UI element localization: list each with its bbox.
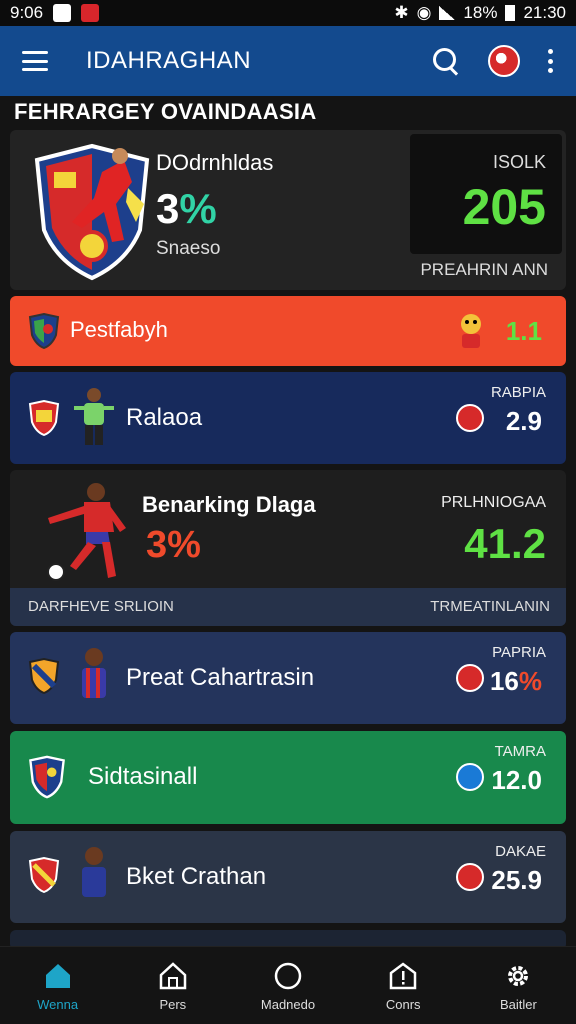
notification-icon <box>53 4 72 22</box>
row-small-label: RABPIA <box>490 384 546 401</box>
row-label: Benarking Dlaga <box>142 492 316 517</box>
alert-icon <box>389 962 417 990</box>
footer-left-label: DARFHEVE SRLIOIN <box>28 598 174 615</box>
featured-percent: 3% <box>156 185 217 233</box>
row-label: Bket Crathan <box>126 863 267 890</box>
team-shield-icon <box>28 313 60 349</box>
club-badge-icon <box>456 664 484 692</box>
wifi-icon: ◉ <box>416 3 432 22</box>
nav-item-baitler[interactable]: Baitler <box>461 947 576 1024</box>
row-label: Pestfabyh <box>70 317 168 342</box>
row-value-number: 16 <box>489 666 519 696</box>
row-value: 41.2 <box>464 520 546 567</box>
section-title: FEHRARGEY OVAINDAASIA <box>14 99 317 124</box>
score-label: ISOLK <box>492 152 546 172</box>
more-options-icon[interactable] <box>548 49 554 73</box>
row-value: 25.9 <box>491 865 542 895</box>
featured-card[interactable]: DOdrnhldas 3% Snaeso ISOLK 205 PREAHRIN … <box>10 130 566 290</box>
status-time-right: 21:30 <box>523 3 566 22</box>
player-icon <box>74 388 114 445</box>
app-notification-icon <box>81 4 100 22</box>
nav-item-madnedo[interactable]: Madnedo <box>230 947 345 1024</box>
nav-item-home[interactable]: Wenna <box>0 947 115 1024</box>
list-item[interactable]: Sidtasinall TAMRA 12.0 <box>10 731 566 824</box>
featured-subtitle: Snaeso <box>156 238 221 259</box>
list-item[interactable]: Preat Cahartrasin PAPRIA 16% <box>10 632 566 724</box>
list-item[interactable]: Ralaoa RABPIA 2.9 <box>10 372 566 464</box>
bottom-nav: Wenna Pers Madnedo Conrs Baitler <box>0 946 576 1024</box>
battery-percent: 18% <box>463 3 498 22</box>
nav-label: Conrs <box>385 997 421 1012</box>
row-small-label: PAPRIA <box>492 644 546 661</box>
featured-footer: PREAHRIN ANN <box>420 260 548 279</box>
nav-label: Pers <box>159 997 187 1012</box>
menu-icon[interactable] <box>22 51 48 71</box>
signal-icon <box>439 6 456 20</box>
list-item[interactable]: Benarking Dlaga 3% PRLHNIOGAA 41.2 DARFH… <box>10 470 566 626</box>
row-small-label: TAMRA <box>494 743 546 760</box>
list-item[interactable]: Pestfabyh 1.1 <box>10 296 566 366</box>
row-value: 16% <box>490 666 542 697</box>
team-shield-icon <box>28 658 60 694</box>
club-badge-icon <box>456 863 484 891</box>
club-badge-icon <box>456 763 484 791</box>
team-shield-icon <box>28 400 60 436</box>
home-icon <box>45 964 70 988</box>
club-badge-icon <box>456 404 484 432</box>
row-value: 12.0 <box>491 765 542 795</box>
featured-percent-value: 3 <box>156 185 180 232</box>
player-icon <box>82 648 106 698</box>
status-time-left: 9:06 <box>10 3 44 22</box>
nav-item-conrs[interactable]: Conrs <box>346 947 461 1024</box>
team-shield-icon <box>28 857 60 893</box>
battery-icon <box>505 5 516 21</box>
nav-item-pers[interactable]: Pers <box>115 947 230 1024</box>
team-crest-icon <box>34 143 150 281</box>
row-value: 1.1 <box>505 316 542 346</box>
app-title: IDAHRAGHAN <box>86 47 252 74</box>
nav-label: Madnedo <box>260 997 316 1012</box>
featured-percent-sign: % <box>179 185 217 232</box>
app-bar: IDAHRAGHAN <box>0 26 576 96</box>
circle-icon <box>274 962 302 990</box>
row-value: 2.9 <box>505 406 542 436</box>
featured-name: DOdrnhldas <box>156 150 274 175</box>
featured-score: 205 <box>462 179 546 235</box>
row-label: Sidtasinall <box>88 763 198 790</box>
row-footer: DARFHEVE SRLIOIN TRMEATINLANIN <box>10 588 566 626</box>
row-percent: 3% <box>146 524 201 566</box>
team-shield-icon <box>29 755 65 799</box>
mascot-icon <box>461 314 481 348</box>
row-label: Ralaoa <box>126 404 203 431</box>
list-item[interactable]: Bket Crathan DAKAE 25.9 <box>10 831 566 923</box>
row-value-percent: % <box>518 666 542 696</box>
player-icon <box>82 847 106 897</box>
ball-icon[interactable] <box>488 45 520 77</box>
search-icon[interactable] <box>432 47 460 75</box>
row-small-label: DAKAE <box>495 843 546 860</box>
gear-icon <box>508 966 529 986</box>
row-label: Preat Cahartrasin <box>126 664 315 691</box>
nav-label: Wenna <box>37 997 79 1012</box>
row-small-label: PRLHNIOGAA <box>441 494 546 511</box>
bluetooth-icon: ✱ <box>394 3 409 22</box>
nav-label: Baitler <box>499 997 537 1012</box>
player-kicking-icon <box>47 483 126 581</box>
status-bar: 9:06 ✱ ◉ 18% 21:30 <box>0 0 576 26</box>
footer-right-label: TRMEATINLANIN <box>430 598 550 615</box>
house-outline-icon <box>159 962 187 990</box>
